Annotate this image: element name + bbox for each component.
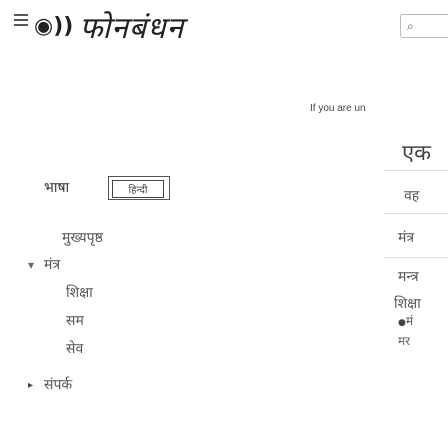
right-item-2[interactable]: वह [404, 186, 419, 205]
divider [384, 213, 448, 214]
language-button[interactable]: हिन्दी [112, 180, 164, 198]
right-item-3[interactable]: मंत्र [398, 228, 414, 247]
search-box[interactable]: ⌕ [400, 14, 448, 38]
sidebar-item-education[interactable]: शिक्षा [66, 283, 93, 302]
chevron-right-icon[interactable]: ▸ [28, 380, 33, 391]
language-label: भाषा [44, 180, 70, 196]
header: ◉)) फोनबंधन ⌕ [0, 0, 448, 58]
right-item-5[interactable]: शिक्षा [394, 294, 421, 313]
divider [384, 170, 448, 171]
chevron-down-icon[interactable]: ▾ [28, 258, 34, 272]
bullet-icon: ● [398, 318, 406, 328]
search-icon[interactable]: ⌕ [407, 19, 414, 34]
right-item-1[interactable]: एक [402, 137, 431, 167]
sidebar-item-sev[interactable]: सेव [66, 339, 83, 358]
site-logo[interactable]: ◉)) फोनबंधन [34, 0, 184, 52]
sidebar-section-home[interactable]: मुख्यपृष्ठ [62, 228, 103, 247]
sidebar-expand-label[interactable]: मंत्र [44, 255, 60, 274]
logo-signal-icon: ◉)) [34, 13, 74, 39]
notice-text: If you are un [310, 103, 366, 114]
right-item-extra[interactable]: मर [398, 332, 410, 349]
sidebar-item-contact[interactable]: संपर्क [44, 375, 72, 394]
right-item-4[interactable]: मन्त्र [398, 267, 419, 286]
logo-text: फोनबंधन [79, 10, 185, 46]
divider [384, 257, 448, 258]
right-item-6[interactable]: मं [406, 312, 413, 329]
hamburger-menu-icon[interactable] [14, 14, 28, 26]
sidebar-item-sam[interactable]: सम [66, 311, 84, 330]
